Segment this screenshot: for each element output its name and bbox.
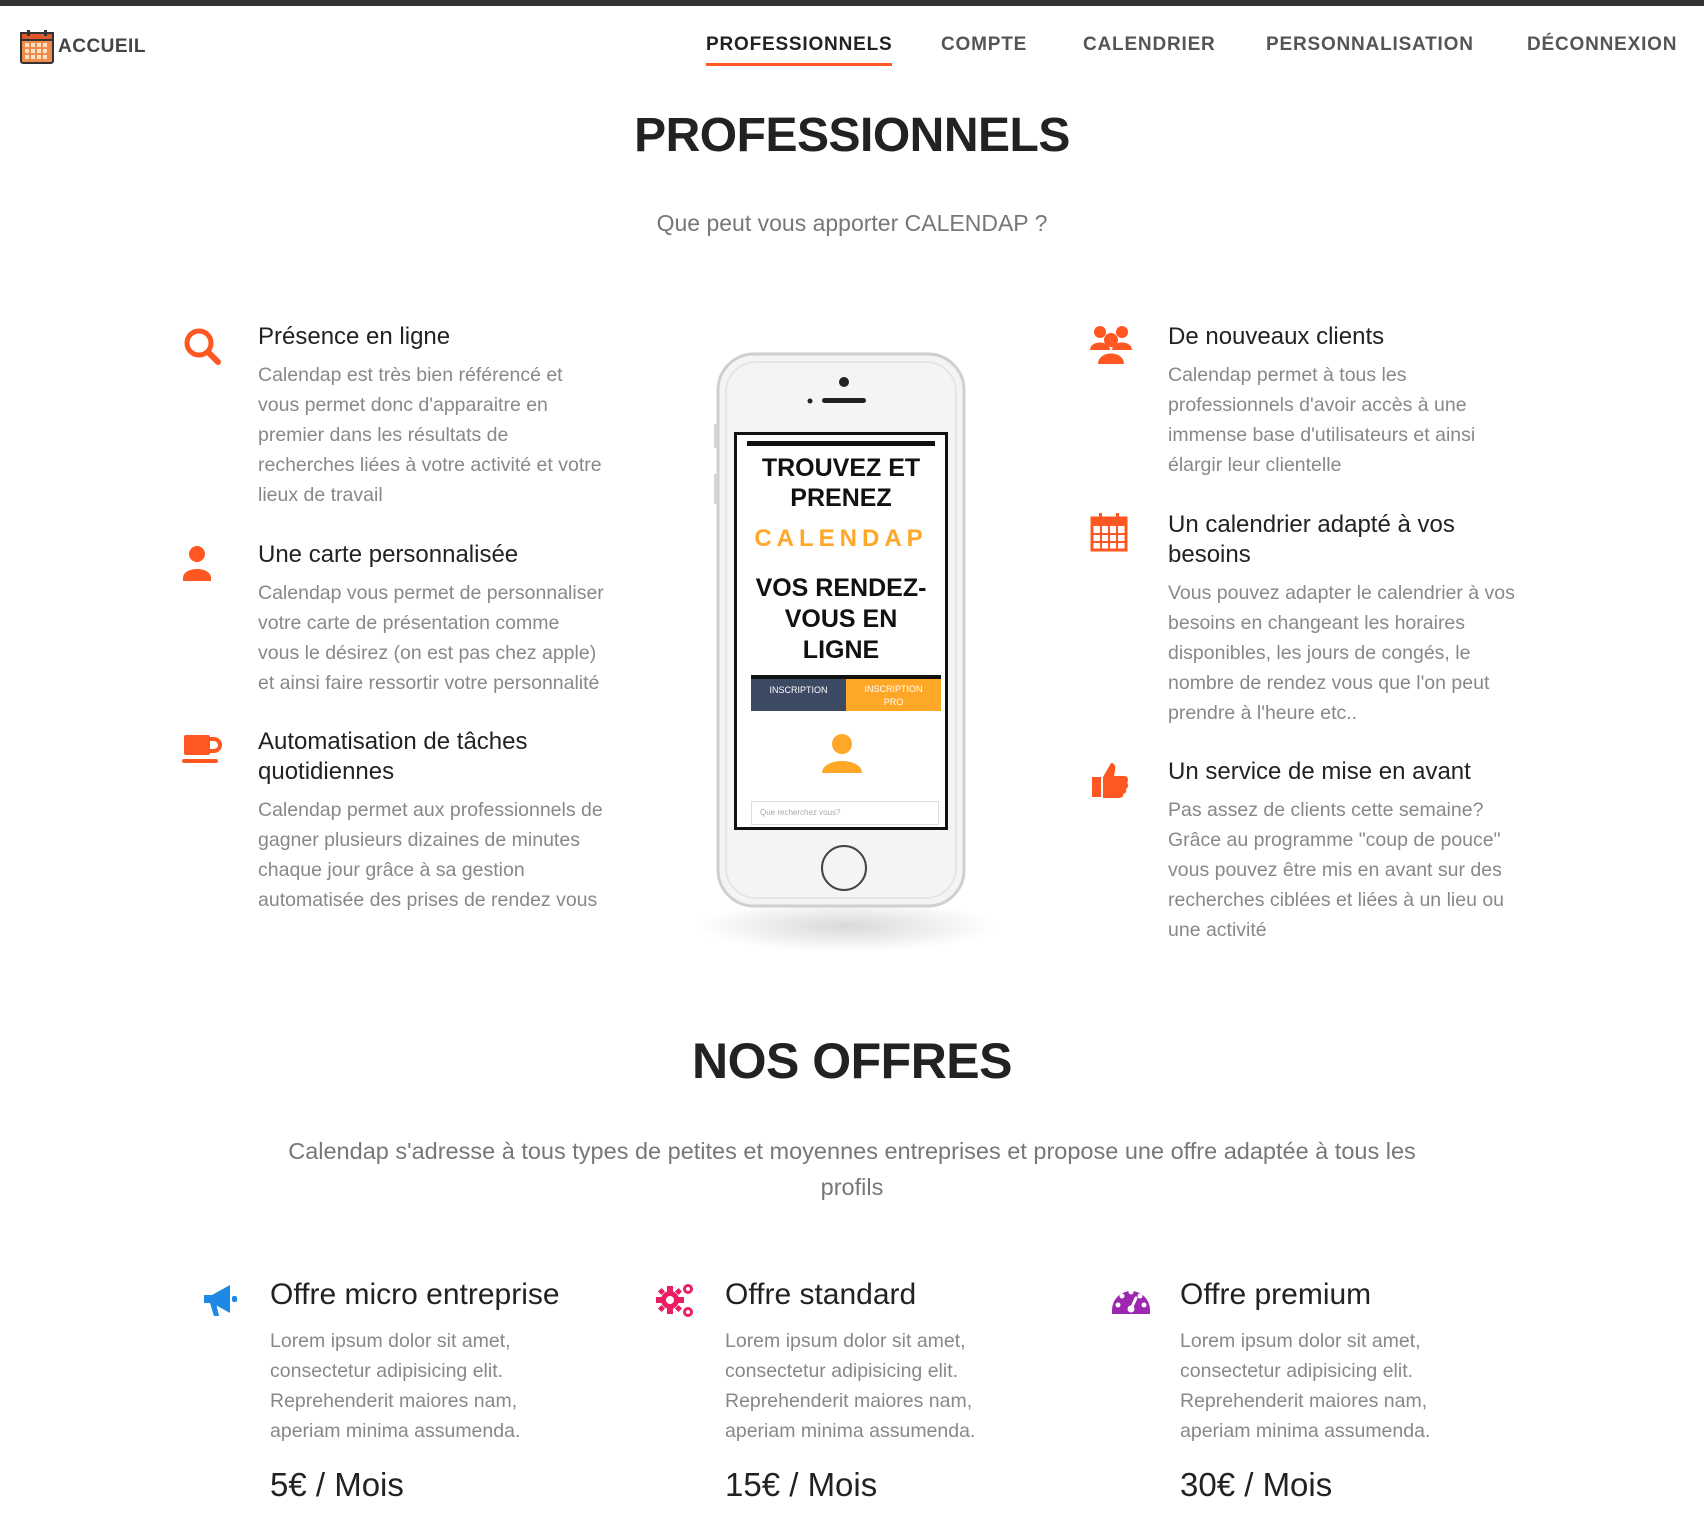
feature-title: Une carte personnalisée [258,541,519,568]
feature-desc: Calendap permet à tous les professionnel… [1168,364,1476,476]
active-nav-underline [706,63,893,66]
calendar-icon [1090,513,1128,552]
nav-personnalisation[interactable]: PERSONNALISATION [1266,34,1474,56]
nav-deconnexion-label: DÉCONNEXION [1527,34,1678,55]
feature-desc: Calendap est très bien référencé et vous… [258,364,602,506]
calendar-logo-icon [20,30,54,64]
nav-personnalisation-label: PERSONNALISATION [1266,34,1474,55]
megaphone-icon [204,1285,237,1316]
offer-desc: Lorem ipsum dolor sit amet, consectetur a… [270,1330,521,1442]
offer-title: Offre premium [1180,1278,1372,1311]
users-icon [1090,326,1132,364]
user-icon [183,546,211,581]
offer-price: 5€ / Mois [270,1466,404,1503]
offer-desc: Lorem ipsum dolor sit amet, consectetur a… [1180,1330,1431,1442]
phone-search-input: Que recherchez vous? [751,801,939,825]
offers-title: NOS OFFRES [691,1033,1013,1089]
phone-screen: TROUVEZ ET PRENEZ CALENDAP VOS RENDEZ- V… [737,435,945,827]
offer-title: Offre micro entreprise [270,1278,560,1311]
feature-desc: Calendap vous permet de personnaliser vo… [258,582,604,694]
offer-price: 30€ / Mois [1180,1466,1333,1503]
page-subtitle: Que peut vous apporter CALENDAP ? [656,210,1048,236]
offers-subtitle: Calendap s'adresse à tous types de petit… [288,1138,1416,1200]
feature-title: De nouveaux clients [1168,323,1385,350]
gears-icon [656,1284,693,1317]
nav-compte[interactable]: COMPTE [941,34,1027,56]
phone-brand: CALENDAP [754,525,928,552]
nav-professionnels[interactable]: PROFESSIONNELS [706,34,893,66]
thumbs-up-icon [1092,763,1129,798]
offer-title: Offre standard [725,1278,917,1311]
offer-price: 15€ / Mois [725,1466,878,1503]
nav-calendrier[interactable]: CALENDRIER [1083,34,1216,56]
nav-deconnexion[interactable]: DÉCONNEXION [1527,34,1677,56]
phone-headline-2: PRENEZ [790,484,892,512]
dashboard-icon [1112,1289,1150,1314]
feature-title: Présence en ligne [258,323,451,350]
phone-user-icon [822,734,862,773]
phone-mockup: TROUVEZ ET PRENEZ CALENDAP VOS RENDEZ- V… [686,344,1016,974]
feature-title: Un calendrier adapté à vos besoins [1168,511,1455,568]
phone-headline-3: VOS RENDEZ- [755,574,927,602]
phone-pro-signup-button: INSCRIPTION PRO [846,679,941,711]
phone-headline-4: VOUS EN [784,605,898,633]
phone-headline-5: LIGNE [802,636,880,664]
feature-desc: Calendap permet aux professionnels de ga… [258,799,603,911]
phone-headline-1: TROUVEZ ET [761,454,921,482]
nav-compte-label: COMPTE [941,34,1028,55]
page-title: PROFESSIONNELS [634,109,1070,162]
home-link[interactable]: ACCUEIL [20,30,146,64]
feature-title: Automatisation de tâches quotidiennes [258,728,528,785]
offer-desc: Lorem ipsum dolor sit amet, consectetur a… [725,1330,976,1442]
feature-desc: Vous pouvez adapter le calendrier à vos … [1168,582,1515,724]
search-icon [184,328,221,365]
home-link-label: ACCUEIL [58,36,146,57]
feature-desc: Pas assez de clients cette semaine? Grâc… [1168,799,1505,941]
coffee-icon [182,735,222,763]
phone-signup-button: INSCRIPTION [751,679,846,711]
nav-professionnels-label: PROFESSIONNELS [706,34,893,55]
top-border [0,0,1704,6]
nav-calendrier-label: CALENDRIER [1083,34,1216,55]
feature-title: Un service de mise en avant [1168,758,1471,785]
